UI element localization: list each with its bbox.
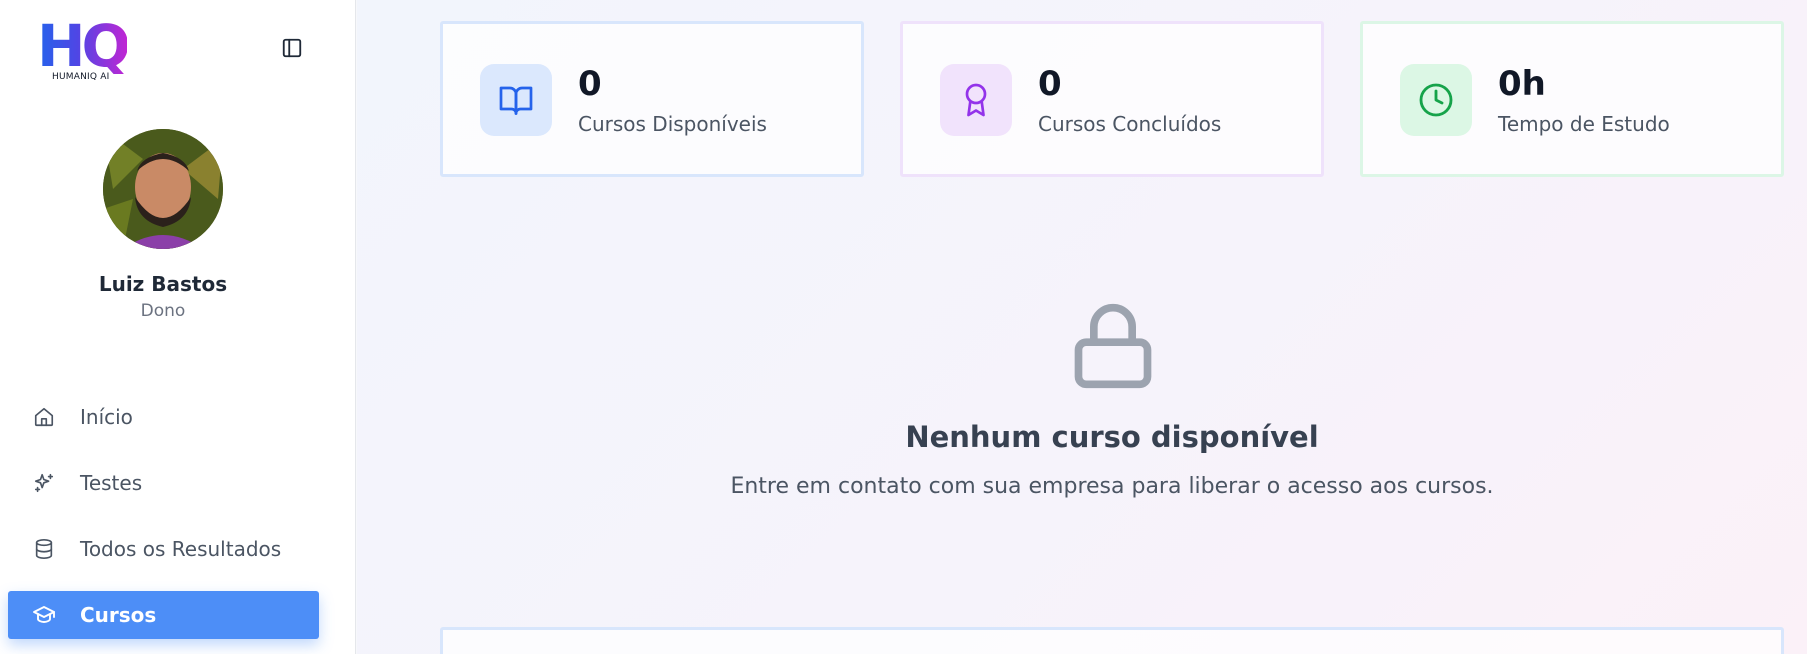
stat-value: 0	[578, 64, 602, 104]
main-content: 0 Cursos Disponíveis 0 Cursos Concluídos…	[357, 0, 1807, 654]
database-icon	[32, 537, 56, 561]
sidebar: HQ HUMANIQ AI Luiz Bastos Dono Início Te…	[0, 0, 356, 654]
empty-state-title: Nenhum curso disponível	[905, 420, 1319, 454]
empty-state-description: Entre em contato com sua empresa para li…	[730, 474, 1494, 499]
stat-label: Cursos Disponíveis	[578, 112, 767, 136]
stat-icon-box	[480, 64, 552, 136]
graduation-cap-icon	[32, 603, 56, 627]
sidebar-item-label: Todos os Resultados	[80, 537, 282, 561]
stat-card-cursos-concluidos: 0 Cursos Concluídos	[900, 21, 1324, 177]
sidebar-item-inicio[interactable]: Início	[8, 393, 319, 441]
avatar-image	[103, 129, 223, 249]
profile-name: Luiz Bastos	[98, 272, 228, 296]
clock-icon	[1419, 83, 1453, 117]
stat-value: 0	[1038, 64, 1062, 104]
logo-mark: HQ	[37, 12, 131, 80]
stat-icon-box	[1400, 64, 1472, 136]
sidebar-item-label: Início	[80, 405, 133, 429]
sidebar-nav: Início Testes Todos os Resultados Cursos	[8, 393, 319, 654]
stat-label: Cursos Concluídos	[1038, 112, 1222, 136]
sidebar-item-label: Cursos	[80, 603, 157, 627]
sidebar-item-todos-os-resultados[interactable]: Todos os Resultados	[8, 525, 319, 573]
sidebar-item-label: Testes	[80, 471, 143, 495]
home-icon	[32, 405, 56, 429]
content-card	[440, 627, 1784, 654]
profile-role: Dono	[140, 301, 186, 321]
stat-icon-box	[940, 64, 1012, 136]
award-icon	[965, 83, 987, 117]
stat-value: 0h	[1498, 64, 1546, 104]
book-open-icon	[499, 86, 533, 115]
sparkles-icon	[32, 471, 56, 495]
humaniq-logo[interactable]: HQ HUMANIQ AI	[37, 12, 131, 88]
sidebar-toggle-button[interactable]	[277, 33, 307, 63]
stat-label: Tempo de Estudo	[1498, 112, 1670, 136]
sidebar-item-cursos[interactable]: Cursos	[8, 591, 319, 639]
stat-card-tempo-de-estudo: 0h Tempo de Estudo	[1360, 21, 1784, 177]
sidebar-item-testes[interactable]: Testes	[8, 459, 319, 507]
panel-left-icon	[282, 38, 302, 58]
avatar[interactable]	[103, 129, 223, 249]
stat-card-cursos-disponiveis: 0 Cursos Disponíveis	[440, 21, 864, 177]
lock-icon	[1074, 303, 1152, 389]
